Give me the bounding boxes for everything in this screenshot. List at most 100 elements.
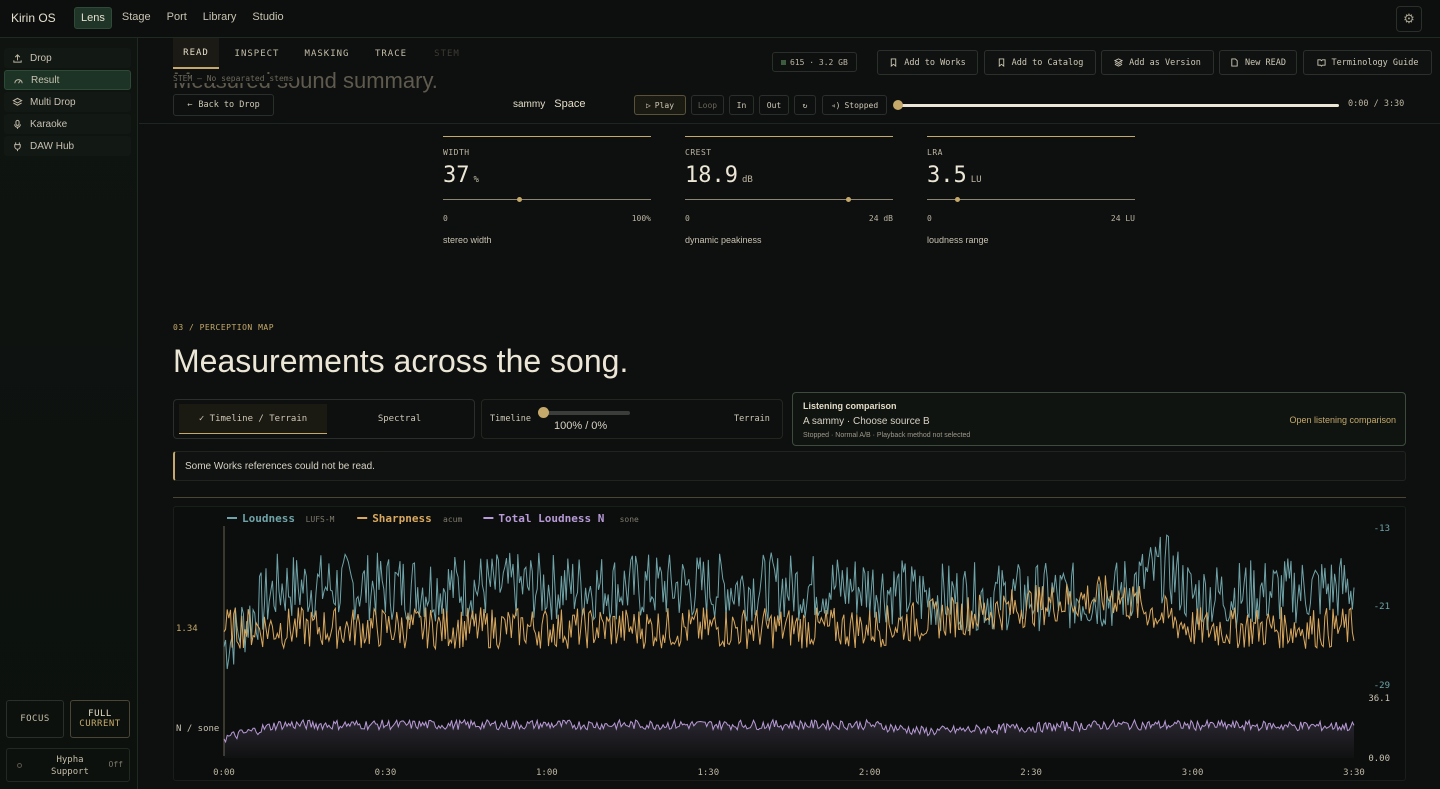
track-name: Space — [554, 98, 586, 110]
rotate-icon: ↻ — [802, 100, 808, 110]
reset-button[interactable]: ↻ — [794, 95, 816, 115]
listening-title: Listening comparison — [803, 401, 897, 411]
playback-status-label: Stopped — [844, 100, 879, 110]
metric-marker — [517, 197, 523, 202]
settings-button[interactable]: ⚙ — [1396, 6, 1422, 32]
time-readout: 0:00 / 3:30 — [1348, 99, 1405, 109]
loop-label: Loop — [697, 100, 718, 110]
listening-comparison-card: Listening comparison A sammy · Choose so… — [792, 392, 1406, 446]
terminology-guide-button[interactable]: Terminology Guide — [1303, 50, 1432, 75]
add-to-catalog-button[interactable]: Add to Catalog — [984, 50, 1096, 75]
play-icon: ▷ — [645, 100, 651, 110]
full-label: FULL — [88, 709, 112, 719]
blend-right-label: Terrain — [734, 414, 770, 424]
tab-trace[interactable]: TRACE — [367, 38, 415, 69]
metric-max: 24 LU — [1110, 214, 1135, 223]
add-to-catalog-label: Add to Catalog — [1011, 57, 1084, 68]
track-title: sammy Space — [513, 98, 586, 110]
loop-button[interactable]: Loop — [691, 95, 724, 115]
metric-value-row: 37% — [443, 163, 479, 188]
sidebar-item-label: Drop — [30, 52, 52, 64]
add-as-version-button[interactable]: Add as Version — [1101, 50, 1214, 75]
sidebar-item-drop[interactable]: Drop — [4, 48, 131, 68]
y-tick-label: -21 — [1374, 602, 1390, 612]
metric-value: 3.5 — [927, 163, 967, 188]
legend-series-name: Loudness — [242, 512, 295, 525]
metric-unit: LU — [970, 175, 982, 185]
hypha-support-toggle[interactable]: Hypha Support Off — [6, 748, 130, 782]
artist-name: sammy — [513, 99, 546, 110]
playback-scrubber[interactable] — [899, 104, 1339, 107]
stem-status: STEM — No separated stems — [173, 74, 298, 83]
in-point-button[interactable]: In — [729, 95, 754, 115]
open-listening-comparison-link[interactable]: Open listening comparison — [1289, 415, 1396, 425]
add-to-works-button[interactable]: Add to Works — [877, 50, 978, 75]
topnav-port[interactable]: Port — [161, 7, 193, 29]
y-tick-label: -29 — [1374, 681, 1390, 691]
metric-min: 0 — [685, 214, 690, 223]
metric-description: dynamic peakiness — [685, 235, 762, 245]
legend-series-name: Total Loudness N — [498, 512, 604, 525]
legend-series-unit: acum — [443, 515, 462, 524]
gauge-icon — [14, 78, 23, 84]
play-button[interactable]: ▷ Play — [634, 95, 686, 115]
x-tick-label: 1:30 — [697, 768, 719, 778]
view-mode-toggle: ✓ Timeline / Terrain Spectral — [173, 399, 475, 439]
x-tick-label: 0:30 — [375, 768, 397, 778]
blend-slider-handle[interactable] — [538, 407, 549, 418]
chart-series — [223, 534, 1355, 758]
arrow-left-icon: ← — [187, 100, 193, 110]
full-button[interactable]: FULL CURRENT — [70, 700, 130, 738]
blend-slider-track[interactable] — [542, 411, 630, 415]
tab-read[interactable]: READ — [173, 38, 219, 69]
tab-masking[interactable]: MASKING — [297, 38, 357, 69]
metric-crest: CREST 18.9 dB 0 24 dB dynamic peakiness — [685, 136, 893, 251]
topnav-studio[interactable]: Studio — [246, 7, 289, 29]
metric-label: CREST — [685, 148, 712, 157]
in-label: In — [736, 100, 747, 110]
usage-value: 615 · 3.2 GB — [790, 57, 848, 67]
sidebar: Drop Result Multi Drop Karaoke DAW Hub F… — [0, 38, 138, 789]
metric-description: stereo width — [443, 235, 492, 245]
y-tick-label: 36.1 — [1368, 694, 1390, 704]
new-read-button[interactable]: New READ — [1219, 50, 1297, 75]
top-bar: Kirin OS Lens Stage Port Library Studio … — [0, 0, 1440, 38]
hypha-label: Hypha Support — [51, 755, 89, 777]
terminology-guide-label: Terminology Guide — [1331, 57, 1419, 68]
status-dot-icon — [17, 763, 22, 768]
legend-series-unit: sone — [620, 515, 639, 524]
back-to-drop-button[interactable]: ← Back to Drop — [173, 94, 274, 116]
metric-max: 24 dB — [868, 214, 893, 223]
topnav-library[interactable]: Library — [197, 7, 243, 29]
section-title: Measurements across the song. — [173, 343, 629, 379]
sidebar-item-daw-hub[interactable]: DAW Hub — [4, 136, 131, 156]
mode-spectral[interactable]: Spectral — [328, 404, 471, 434]
sidebar-item-multi-drop[interactable]: Multi Drop — [4, 92, 131, 112]
sidebar-item-label: Karaoke — [30, 118, 68, 130]
x-tick-label: 3:30 — [1343, 768, 1365, 778]
play-label: Play — [654, 100, 675, 110]
metric-max: 100% — [631, 214, 651, 223]
topnav-lens[interactable]: Lens — [74, 7, 112, 29]
tabs-row: Measured sound summary. READ INSPECT MAS… — [139, 38, 1440, 93]
tab-inspect[interactable]: INSPECT — [227, 38, 287, 69]
focus-button[interactable]: FOCUS — [6, 700, 64, 738]
out-point-button[interactable]: Out — [759, 95, 789, 115]
layers-icon — [12, 97, 23, 106]
sidebar-item-result[interactable]: Result — [4, 70, 131, 90]
mode-timeline-terrain[interactable]: ✓ Timeline / Terrain — [179, 404, 327, 434]
out-label: Out — [766, 100, 782, 110]
gear-icon: ⚙ — [1403, 11, 1415, 26]
sidebar-item-label: Result — [31, 74, 60, 86]
metric-value-row: 18.9 dB — [685, 163, 753, 188]
metric-value: 18.9 — [685, 163, 738, 188]
sidebar-item-karaoke[interactable]: Karaoke — [4, 114, 131, 134]
scrubber-handle[interactable] — [893, 100, 903, 110]
tab-stem: STEM — [434, 48, 460, 59]
back-label: Back to Drop — [198, 100, 260, 110]
topnav-stage[interactable]: Stage — [116, 7, 157, 29]
add-to-works-label: Add to Works — [904, 57, 966, 68]
metric-description: loudness range — [927, 235, 989, 245]
upload-icon — [13, 53, 22, 63]
section-eyebrow: 03 / PERCEPTION MAP — [173, 323, 275, 332]
